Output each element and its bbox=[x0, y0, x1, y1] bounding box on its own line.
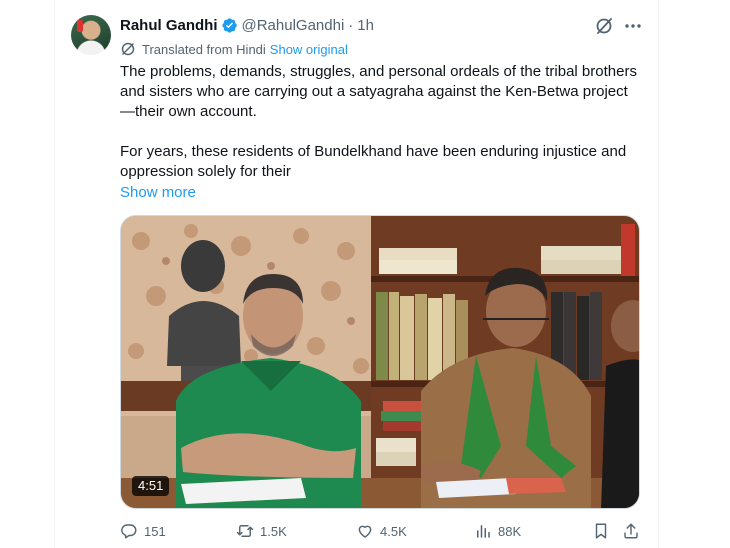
share-button[interactable] bbox=[622, 520, 640, 542]
repost-icon bbox=[236, 525, 254, 537]
avatar[interactable] bbox=[71, 15, 111, 55]
video-duration: 4:51 bbox=[132, 476, 170, 496]
tweet-text: The problems, demands, struggles, and pe… bbox=[120, 62, 640, 182]
more-icon[interactable] bbox=[623, 16, 643, 36]
verified-badge-icon[interactable] bbox=[221, 17, 238, 34]
reply-icon bbox=[121, 524, 137, 539]
translated-label: Translated from Hindi bbox=[142, 41, 266, 57]
post-time[interactable]: 1h bbox=[357, 17, 374, 34]
tweet-paragraph-1: The problems, demands, struggles, and pe… bbox=[120, 63, 637, 120]
like-count: 4.5K bbox=[380, 523, 407, 539]
timeline-right-border bbox=[658, 0, 659, 548]
tweet-header: Rahul Gandhi @RahulGandhi · 1h bbox=[120, 15, 374, 35]
show-more-link[interactable]: Show more bbox=[120, 183, 196, 203]
grok-icon[interactable] bbox=[594, 16, 614, 36]
header-separator: · bbox=[348, 16, 354, 34]
translation-notice: Translated from Hindi Show original bbox=[120, 40, 348, 58]
video-player[interactable] bbox=[120, 215, 640, 509]
bookmark-button[interactable] bbox=[592, 520, 610, 542]
tweet-paragraph-2: For years, these residents of Bundelkhan… bbox=[120, 143, 627, 180]
reply-count: 151 bbox=[144, 523, 166, 539]
share-icon bbox=[624, 523, 638, 539]
views-icon bbox=[477, 525, 490, 538]
author-name[interactable]: Rahul Gandhi bbox=[120, 17, 218, 34]
views-button[interactable]: 88K bbox=[474, 520, 521, 542]
tweet-actions: 151 1.5K 4.5K 88K bbox=[120, 520, 642, 542]
reply-button[interactable]: 151 bbox=[120, 520, 166, 542]
show-original-link[interactable]: Show original bbox=[270, 42, 348, 57]
timeline-left-border bbox=[54, 0, 55, 548]
bookmark-icon bbox=[595, 523, 607, 539]
like-button[interactable]: 4.5K bbox=[356, 520, 407, 542]
author-handle[interactable]: @RahulGandhi bbox=[242, 17, 345, 34]
views-count: 88K bbox=[498, 523, 522, 539]
repost-button[interactable]: 1.5K bbox=[236, 520, 287, 542]
video-thumbnail bbox=[121, 216, 639, 508]
like-icon bbox=[358, 525, 372, 538]
repost-count: 1.5K bbox=[260, 523, 287, 539]
translate-icon bbox=[121, 42, 135, 56]
